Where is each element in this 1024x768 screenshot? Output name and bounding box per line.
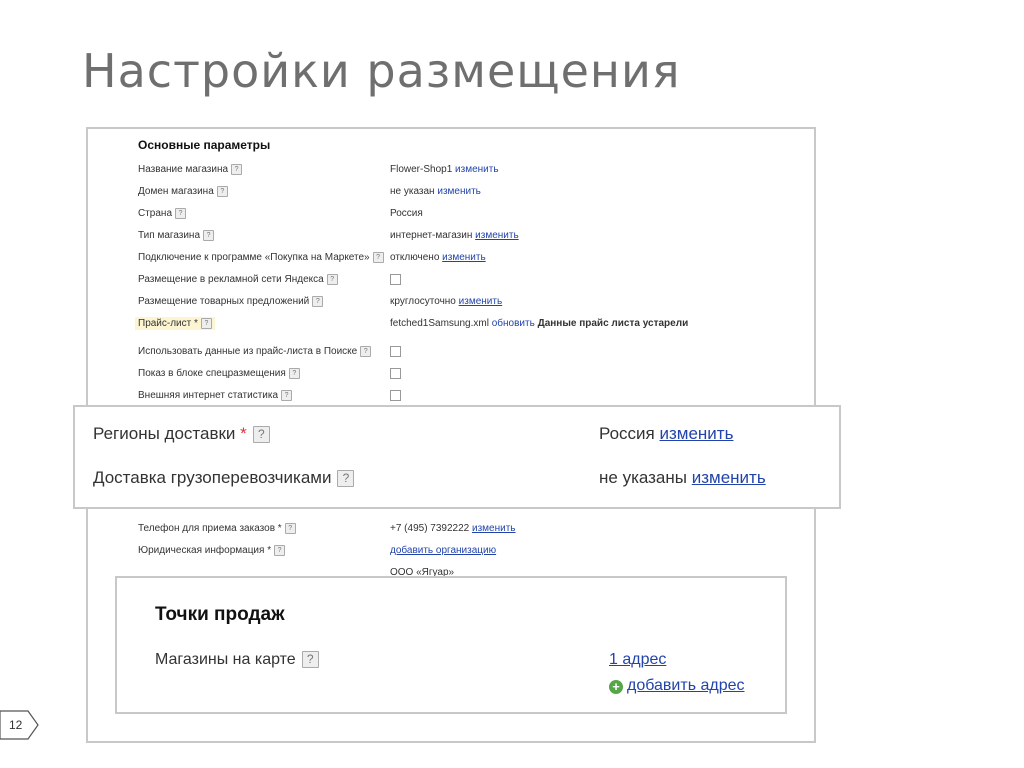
- help-icon[interactable]: ?: [360, 346, 372, 357]
- help-icon[interactable]: ?: [274, 545, 286, 556]
- help-icon[interactable]: ?: [175, 208, 187, 219]
- add-address-link[interactable]: добавить адрес: [627, 677, 745, 694]
- stores-callout: Точки продаж Магазины на карте? 1 адрес …: [115, 576, 787, 714]
- price-list-warning: Данные прайс листа устарели: [537, 318, 689, 329]
- edit-regions-link[interactable]: изменить: [659, 424, 733, 443]
- settings-row-legal-info: Юридическая информация *? добавить орган…: [88, 544, 814, 562]
- help-icon[interactable]: ?: [301, 651, 319, 669]
- row-label: Размещение в рекламной сети Яндекса: [138, 274, 324, 286]
- row-label: Внешняя интернет статистика: [138, 390, 279, 402]
- settings-row-order-phone: Телефон для приема заказов *? +7 (495) 7…: [88, 522, 814, 540]
- help-icon[interactable]: ?: [372, 252, 384, 263]
- settings-row-shop-name: Название магазина? Flower-Shop1 изменить: [88, 163, 814, 181]
- help-icon[interactable]: ?: [281, 390, 293, 401]
- special-placement-checkbox[interactable]: [390, 368, 401, 379]
- price-list-file: fetched1Samsung.xml: [390, 318, 489, 329]
- edit-link[interactable]: изменить: [455, 164, 499, 175]
- settings-row-search-data: Использовать данные из прайс-листа в Пои…: [88, 345, 814, 363]
- row-label: Страна: [138, 208, 173, 220]
- delivery-carriers-row: Доставка грузоперевозчиками? не указаны …: [93, 468, 833, 492]
- help-icon[interactable]: ?: [203, 230, 215, 241]
- help-icon[interactable]: ?: [312, 296, 324, 307]
- search-data-checkbox[interactable]: [390, 346, 401, 357]
- help-icon[interactable]: ?: [337, 470, 355, 488]
- settings-row-market-purchase: Подключение к программе «Покупка на Марк…: [88, 251, 814, 269]
- slide-title: Настройки размещения: [82, 44, 681, 98]
- settings-row-domain: Домен магазина? не указан изменить: [88, 185, 814, 203]
- help-icon[interactable]: ?: [284, 523, 296, 534]
- row-value: круглосуточно: [390, 296, 456, 307]
- edit-link[interactable]: изменить: [442, 252, 486, 263]
- row-value: отключено: [390, 252, 440, 263]
- row-label: Телефон для приема заказов *: [138, 523, 282, 535]
- row-label: Размещение товарных предложений: [138, 296, 310, 308]
- delivery-carriers-value: не указаны: [599, 468, 687, 487]
- settings-row-ad-network: Размещение в рекламной сети Яндекса?: [88, 273, 814, 291]
- add-address-button[interactable]: + добавить адрес: [609, 677, 745, 695]
- plus-icon: +: [609, 680, 623, 694]
- help-icon[interactable]: ?: [200, 318, 212, 329]
- row-value: Flower-Shop1: [390, 164, 453, 175]
- help-icon[interactable]: ?: [216, 186, 228, 197]
- stores-map-label: Магазины на карте: [155, 651, 296, 668]
- edit-link[interactable]: изменить: [475, 230, 519, 241]
- help-icon[interactable]: ?: [252, 426, 270, 444]
- row-label: Использовать данные из прайс-листа в Пои…: [138, 346, 358, 358]
- edit-link[interactable]: изменить: [437, 186, 481, 197]
- settings-row-country: Страна? Россия: [88, 207, 814, 225]
- edit-carriers-link[interactable]: изменить: [692, 468, 766, 487]
- help-icon[interactable]: ?: [326, 274, 338, 285]
- delivery-carriers-label: Доставка грузоперевозчиками: [93, 468, 332, 487]
- refresh-link[interactable]: обновить: [492, 318, 535, 329]
- row-label: Название магазина: [138, 164, 229, 176]
- delivery-regions-row: Регионы доставки *? Россия изменить: [93, 424, 833, 448]
- help-icon[interactable]: ?: [231, 164, 243, 175]
- row-value: не указан: [390, 186, 435, 197]
- settings-row-offers-placement: Размещение товарных предложений? круглос…: [88, 295, 814, 313]
- settings-row-special-placement: Показ в блоке спецразмещения?: [88, 367, 814, 385]
- row-value: +7 (495) 7392222: [390, 523, 470, 534]
- row-label: Юридическая информация *: [138, 545, 272, 557]
- section-title: Основные параметры: [138, 138, 271, 152]
- row-label: Домен магазина: [138, 186, 214, 198]
- row-value: Россия: [390, 208, 423, 219]
- row-label: Прайс-лист *: [138, 318, 198, 330]
- stores-title: Точки продаж: [155, 604, 285, 625]
- stores-count-link[interactable]: 1 адрес: [609, 651, 666, 668]
- add-organization-link[interactable]: добавить организацию: [390, 545, 496, 556]
- delivery-regions-label: Регионы доставки: [93, 424, 236, 443]
- delivery-regions-value: Россия: [599, 424, 655, 443]
- help-icon[interactable]: ?: [288, 368, 300, 379]
- ad-network-checkbox[interactable]: [390, 274, 401, 285]
- row-value: интернет-магазин: [390, 230, 473, 241]
- row-label: Показ в блоке спецразмещения: [138, 368, 286, 380]
- edit-link[interactable]: изменить: [459, 296, 503, 307]
- delivery-callout: Регионы доставки *? Россия изменить Дост…: [73, 405, 841, 509]
- page-number: 12: [9, 718, 23, 732]
- statistics-checkbox[interactable]: [390, 390, 401, 401]
- edit-link[interactable]: изменить: [472, 523, 516, 534]
- settings-row-shop-type: Тип магазина? интернет-магазин изменить: [88, 229, 814, 247]
- row-label: Тип магазина: [138, 230, 201, 242]
- page-number-badge: 12: [0, 710, 40, 740]
- required-mark: *: [240, 424, 247, 443]
- settings-row-price-list: Прайс-лист *? fetched1Samsung.xml обнови…: [88, 317, 814, 335]
- row-label: Подключение к программе «Покупка на Марк…: [138, 252, 370, 264]
